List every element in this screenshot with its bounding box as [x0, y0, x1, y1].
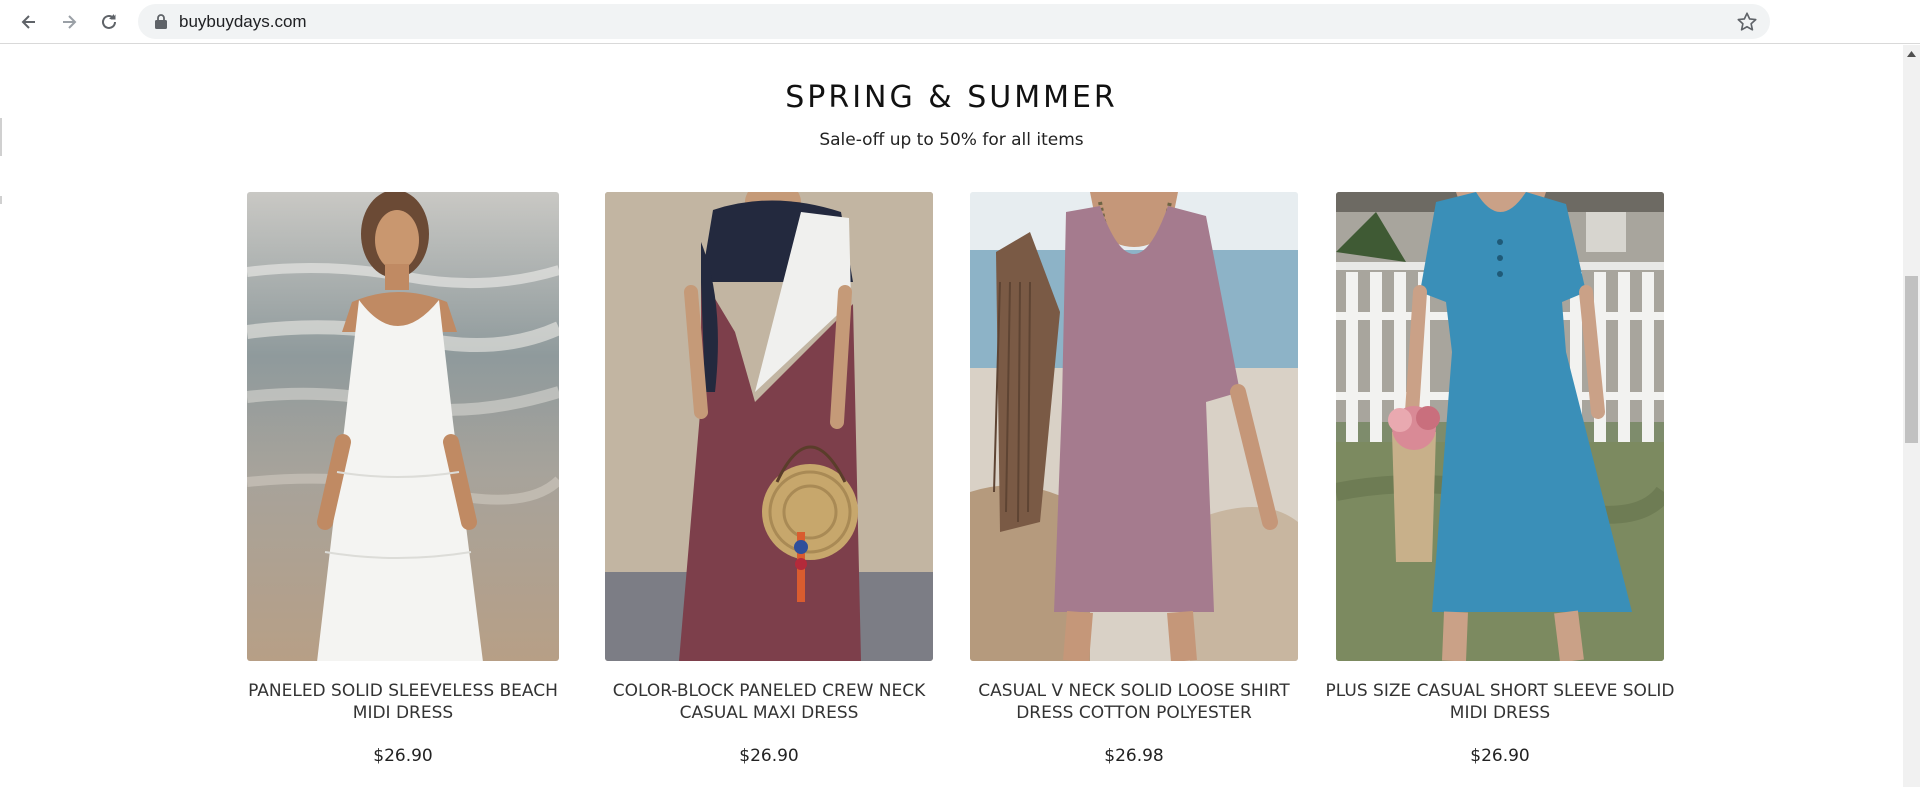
scrollbar-thumb[interactable]	[1905, 276, 1918, 443]
vertical-scrollbar[interactable]	[1903, 45, 1920, 787]
product-title[interactable]: PANELED SOLID SLEEVELESS BEACH MIDI DRES…	[227, 680, 579, 724]
product-price: $26.90	[373, 746, 433, 766]
scroll-up-arrow-icon[interactable]	[1906, 50, 1917, 58]
section-subtitle: Sale-off up to 50% for all items	[819, 130, 1084, 150]
section-title: SPRING & SUMMER	[785, 80, 1118, 115]
url-text: buybuydays.com	[179, 12, 307, 31]
star-icon[interactable]	[1736, 11, 1758, 33]
reload-button[interactable]	[94, 7, 124, 37]
product-image[interactable]	[1336, 192, 1664, 661]
product-title[interactable]: PLUS SIZE CASUAL SHORT SLEEVE SOLID MIDI…	[1316, 680, 1684, 724]
edge-divider	[0, 196, 2, 204]
address-bar[interactable]: buybuydays.com	[138, 4, 1770, 39]
product-title[interactable]: CASUAL V NECK SOLID LOOSE SHIRT DRESS CO…	[950, 680, 1318, 724]
product-image[interactable]	[605, 192, 933, 661]
back-button[interactable]	[14, 7, 44, 37]
product-price: $26.90	[739, 746, 799, 766]
browser-toolbar: buybuydays.com	[0, 0, 1920, 44]
forward-button[interactable]	[54, 7, 84, 37]
product-title[interactable]: COLOR-BLOCK PANELED CREW NECK CASUAL MAX…	[585, 680, 953, 724]
lock-icon	[155, 14, 167, 29]
reload-icon	[102, 14, 116, 29]
product-image[interactable]	[247, 192, 559, 661]
product-price: $26.98	[1104, 746, 1164, 766]
arrow-left-icon	[21, 15, 35, 29]
product-image[interactable]	[970, 192, 1298, 661]
arrow-right-icon	[63, 15, 77, 29]
product-price: $26.90	[1470, 746, 1530, 766]
